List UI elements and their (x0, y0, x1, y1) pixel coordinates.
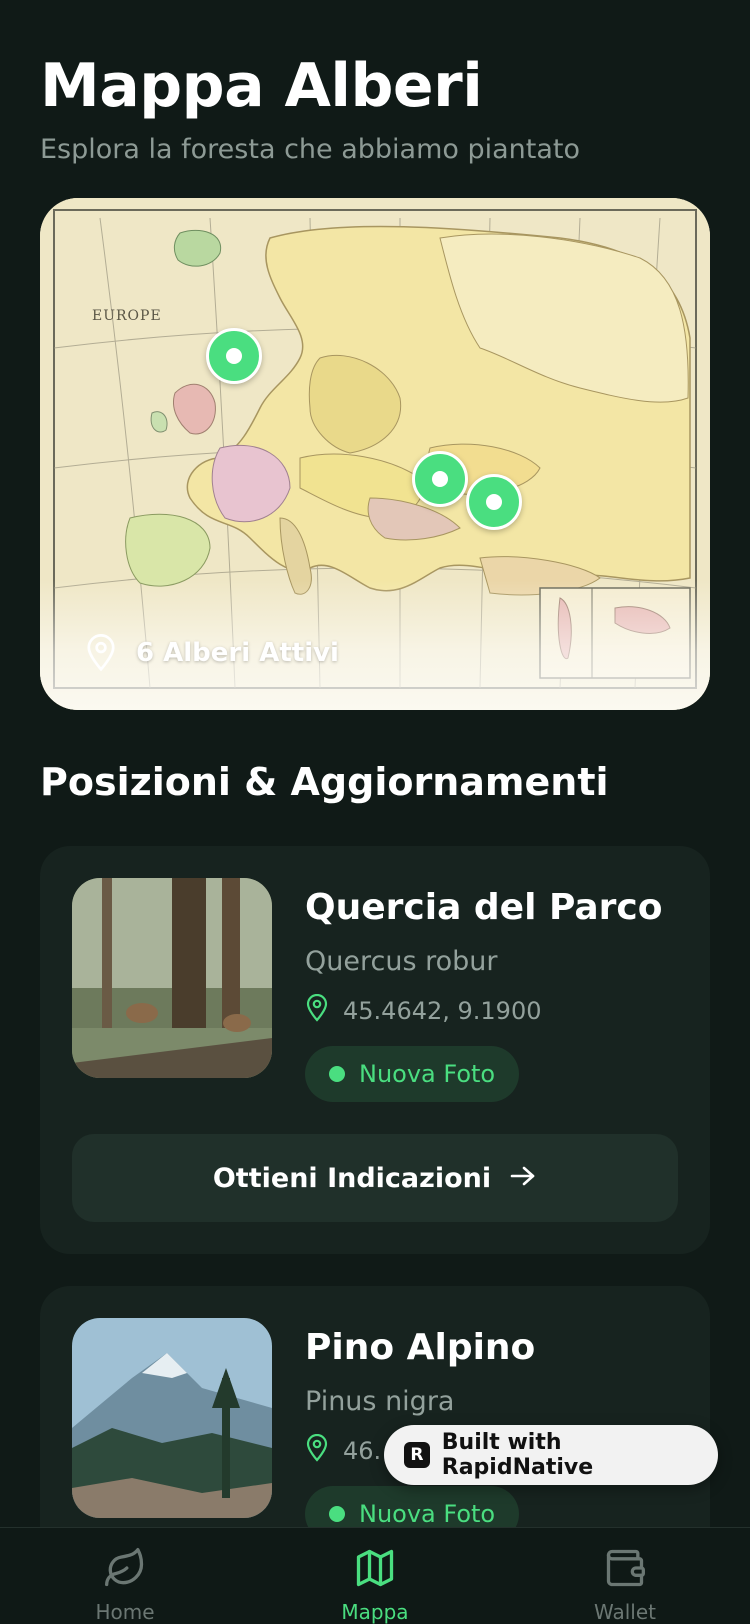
tree-map[interactable]: EUROPE 6 Alberi Attivi (40, 198, 710, 710)
status-badge-label: Nuova Foto (359, 1060, 496, 1088)
leaf-icon (103, 1546, 147, 1594)
tree-marker[interactable] (412, 451, 468, 507)
arrow-right-icon (509, 1164, 537, 1192)
get-directions-label: Ottieni Indicazioni (212, 1162, 492, 1194)
tree-latin-name: Pinus nigra (305, 1386, 455, 1417)
status-badge: Nuova Foto (305, 1046, 520, 1102)
rapidnative-label: Built with RapidNative (441, 1430, 594, 1480)
active-trees-label: 6 Alberi Attivi (136, 638, 339, 668)
tree-photo (72, 878, 272, 1078)
tree-info: Quercia del Parco Quercus robur 45.4642,… (305, 886, 663, 1102)
page-title: Mappa Alberi (40, 51, 483, 121)
tab-map[interactable]: Mappa (300, 1546, 450, 1624)
location-pin-icon (305, 993, 329, 1028)
status-badge-label: Nuova Foto (359, 1500, 496, 1528)
tree-latin-name: Quercus robur (305, 946, 498, 977)
page-header: Mappa Alberi Esplora la foresta che abbi… (40, 50, 720, 168)
rapidnative-logo-icon: R (404, 1442, 430, 1468)
page-subtitle: Esplora la foresta che abbiamo piantato (40, 134, 581, 165)
tab-home[interactable]: Home (50, 1546, 200, 1624)
tab-wallet[interactable]: Wallet (550, 1546, 700, 1624)
map-pin-icon (84, 634, 118, 672)
location-pin-icon (305, 1433, 329, 1468)
wallet-icon (603, 1546, 647, 1594)
active-trees-badge: 6 Alberi Attivi (84, 634, 339, 672)
section-title: Posizioni & Aggiornamenti (40, 760, 609, 804)
tree-marker[interactable] (206, 328, 262, 384)
coordinates-text: 45.4642, 9.1900 (343, 997, 542, 1025)
status-dot (329, 1066, 345, 1082)
built-with-rapidnative-badge[interactable]: R Built with RapidNative (384, 1425, 718, 1485)
tree-name: Quercia del Parco (305, 887, 663, 928)
tree-coordinates: 45.4642, 9.1900 (305, 993, 663, 1028)
svg-text:EUROPE: EUROPE (92, 308, 162, 324)
tab-map-label: Mappa (341, 1600, 409, 1624)
map-icon (353, 1546, 397, 1594)
tab-home-label: Home (95, 1600, 155, 1624)
status-dot (329, 1506, 345, 1522)
tree-photo (72, 1318, 272, 1518)
tree-card: Quercia del Parco Quercus robur 45.4642,… (40, 846, 710, 1254)
tab-wallet-label: Wallet (593, 1600, 656, 1624)
get-directions-button[interactable]: Ottieni Indicazioni (72, 1134, 678, 1222)
tree-name: Pino Alpino (305, 1327, 536, 1368)
tree-marker[interactable] (466, 474, 522, 530)
coordinates-text: 46. (343, 1437, 382, 1465)
bottom-tab-bar: Home Mappa Wallet (0, 1527, 750, 1624)
